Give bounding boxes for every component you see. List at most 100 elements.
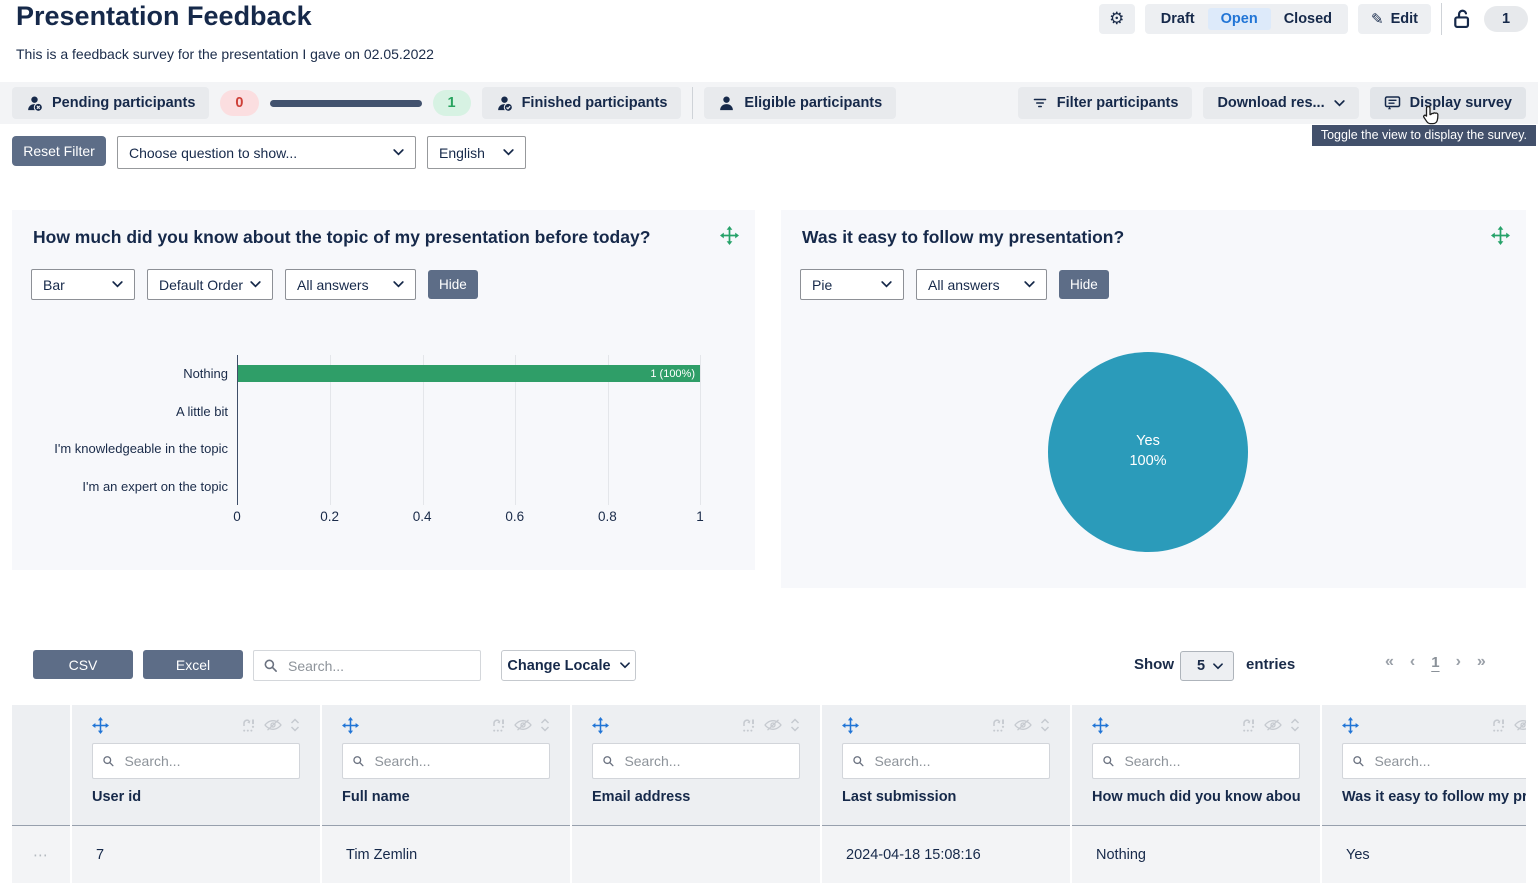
eye-slash-icon[interactable] <box>764 718 782 732</box>
chart-type-select[interactable]: Bar <box>31 269 135 300</box>
column-question-knowledge: How much did you know about the topic of… <box>1070 705 1320 884</box>
reset-sort-icon[interactable] <box>491 718 506 732</box>
x-tick: 0.2 <box>320 509 339 524</box>
bar-nothing[interactable]: 1 (100%) <box>238 365 700 382</box>
eligible-participants-label: Eligible participants <box>744 95 882 111</box>
drag-move-icon[interactable] <box>1092 717 1109 734</box>
column-header: How much did you know about the topic of… <box>1072 705 1320 825</box>
export-csv-button[interactable]: CSV <box>33 650 133 679</box>
bar-chart-x-axis: 0 0.2 0.4 0.6 0.8 1 <box>237 509 700 529</box>
page-subtitle: This is a feedback survey for the presen… <box>16 46 434 62</box>
column-search-input[interactable] <box>622 752 790 770</box>
column-header: Was it easy to follow my presentation? <box>1322 705 1526 825</box>
chart-type-value: Bar <box>43 277 65 293</box>
column-search <box>842 743 1050 779</box>
eye-slash-icon[interactable] <box>1264 718 1282 732</box>
search-icon <box>1352 754 1364 768</box>
display-survey-button[interactable]: Display survey <box>1370 87 1526 119</box>
column-search <box>1342 743 1526 779</box>
column-header <box>12 705 70 825</box>
chevron-down-icon <box>393 149 404 156</box>
drag-move-icon[interactable] <box>842 717 859 734</box>
reset-sort-icon[interactable] <box>1491 718 1506 732</box>
eye-slash-icon[interactable] <box>1514 718 1526 732</box>
status-tab-open[interactable]: Open <box>1208 8 1271 30</box>
category-label: A little bit <box>12 393 237 431</box>
language-select[interactable]: English <box>427 136 526 169</box>
drag-move-icon[interactable] <box>592 717 609 734</box>
eligible-participants-button[interactable]: Eligible participants <box>704 87 896 119</box>
change-locale-dropdown[interactable]: Change Locale <box>501 650 636 681</box>
question-select[interactable]: Choose question to show... <box>117 136 416 169</box>
column-header: User id <box>72 705 320 825</box>
column-question-easy: Was it easy to follow my presentation? Y… <box>1320 705 1526 884</box>
bar-chart: Nothing A little bit I'm knowledgeable i… <box>12 355 755 529</box>
drag-move-icon[interactable] <box>342 717 359 734</box>
finished-participants-button[interactable]: Finished participants <box>482 87 682 119</box>
reset-sort-icon[interactable] <box>991 718 1006 732</box>
pagination-next-icon[interactable]: › <box>1456 653 1461 671</box>
column-search-input[interactable] <box>122 752 290 770</box>
sort-icon[interactable] <box>1040 718 1050 732</box>
drag-move-icon[interactable] <box>92 717 109 734</box>
status-tab-closed[interactable]: Closed <box>1271 8 1345 30</box>
sort-order-value: Default Order <box>159 277 243 293</box>
page-size-select[interactable]: 5 <box>1180 651 1234 681</box>
sort-icon[interactable] <box>790 718 800 732</box>
pencil-icon: ✎ <box>1371 10 1384 28</box>
entries-label: entries <box>1246 656 1295 673</box>
pagination-page-1[interactable]: 1 <box>1431 654 1439 671</box>
display-survey-label: Display survey <box>1410 95 1512 111</box>
filter-participants-button[interactable]: Filter participants <box>1018 87 1193 119</box>
sort-order-select[interactable]: Default Order <box>147 269 273 300</box>
pending-participants-button[interactable]: Pending participants <box>12 87 209 119</box>
status-tab-draft[interactable]: Draft <box>1148 8 1208 30</box>
eye-slash-icon[interactable] <box>264 718 282 732</box>
pie-slice-percent: 100% <box>1129 452 1166 472</box>
pie-chart[interactable]: Yes 100% <box>1048 352 1248 552</box>
reset-sort-icon[interactable] <box>741 718 756 732</box>
column-last-submission: Last submission 2024-04-18 15:08:16 <box>820 705 1070 884</box>
gear-icon: ⚙ <box>1109 9 1124 29</box>
person-x-icon <box>26 95 43 112</box>
chart-type-select[interactable]: Pie <box>800 269 904 300</box>
answers-filter-select[interactable]: All answers <box>285 269 416 300</box>
chevron-down-icon <box>881 281 892 288</box>
eye-slash-icon[interactable] <box>1014 718 1032 732</box>
column-search-input[interactable] <box>872 752 1040 770</box>
eye-slash-icon[interactable] <box>514 718 532 732</box>
drag-move-icon[interactable] <box>1491 226 1510 245</box>
download-results-dropdown[interactable]: Download res... <box>1203 87 1358 119</box>
bar-chart-plot-area: 1 (100%) <box>237 355 700 505</box>
reset-filter-button[interactable]: Reset Filter <box>12 136 106 166</box>
settings-button[interactable]: ⚙ <box>1099 4 1135 34</box>
sort-icon[interactable] <box>540 718 550 732</box>
hide-chart-button[interactable]: Hide <box>428 270 478 299</box>
hide-chart-button[interactable]: Hide <box>1059 270 1109 299</box>
column-search-input[interactable] <box>1372 752 1526 770</box>
sort-icon[interactable] <box>290 718 300 732</box>
pagination-last-icon[interactable]: » <box>1477 653 1486 671</box>
chevron-down-icon <box>1024 281 1035 288</box>
pagination: « ‹ 1 › » <box>1385 653 1486 671</box>
column-search-input[interactable] <box>1122 752 1290 770</box>
answers-filter-select[interactable]: All answers <box>916 269 1047 300</box>
sort-icon[interactable] <box>1290 718 1300 732</box>
drag-move-icon[interactable] <box>720 226 739 245</box>
finished-count-badge: 1 <box>433 90 471 116</box>
cell-last-submission: 2024-04-18 15:08:16 <box>822 825 1070 883</box>
reset-sort-icon[interactable] <box>1241 718 1256 732</box>
pagination-prev-icon[interactable]: ‹ <box>1410 653 1415 671</box>
search-icon <box>263 658 278 673</box>
export-excel-button[interactable]: Excel <box>143 650 243 679</box>
table-search-input[interactable] <box>286 657 471 675</box>
column-row-actions: ⋯ <box>12 705 70 884</box>
display-survey-icon <box>1384 95 1401 111</box>
drag-move-icon[interactable] <box>1342 717 1359 734</box>
category-label: I'm an expert on the topic <box>12 468 237 506</box>
row-actions-icon[interactable]: ⋯ <box>12 825 70 883</box>
reset-sort-icon[interactable] <box>241 718 256 732</box>
column-search-input[interactable] <box>372 752 540 770</box>
pagination-first-icon[interactable]: « <box>1385 653 1394 671</box>
edit-button[interactable]: ✎ Edit <box>1358 4 1431 34</box>
